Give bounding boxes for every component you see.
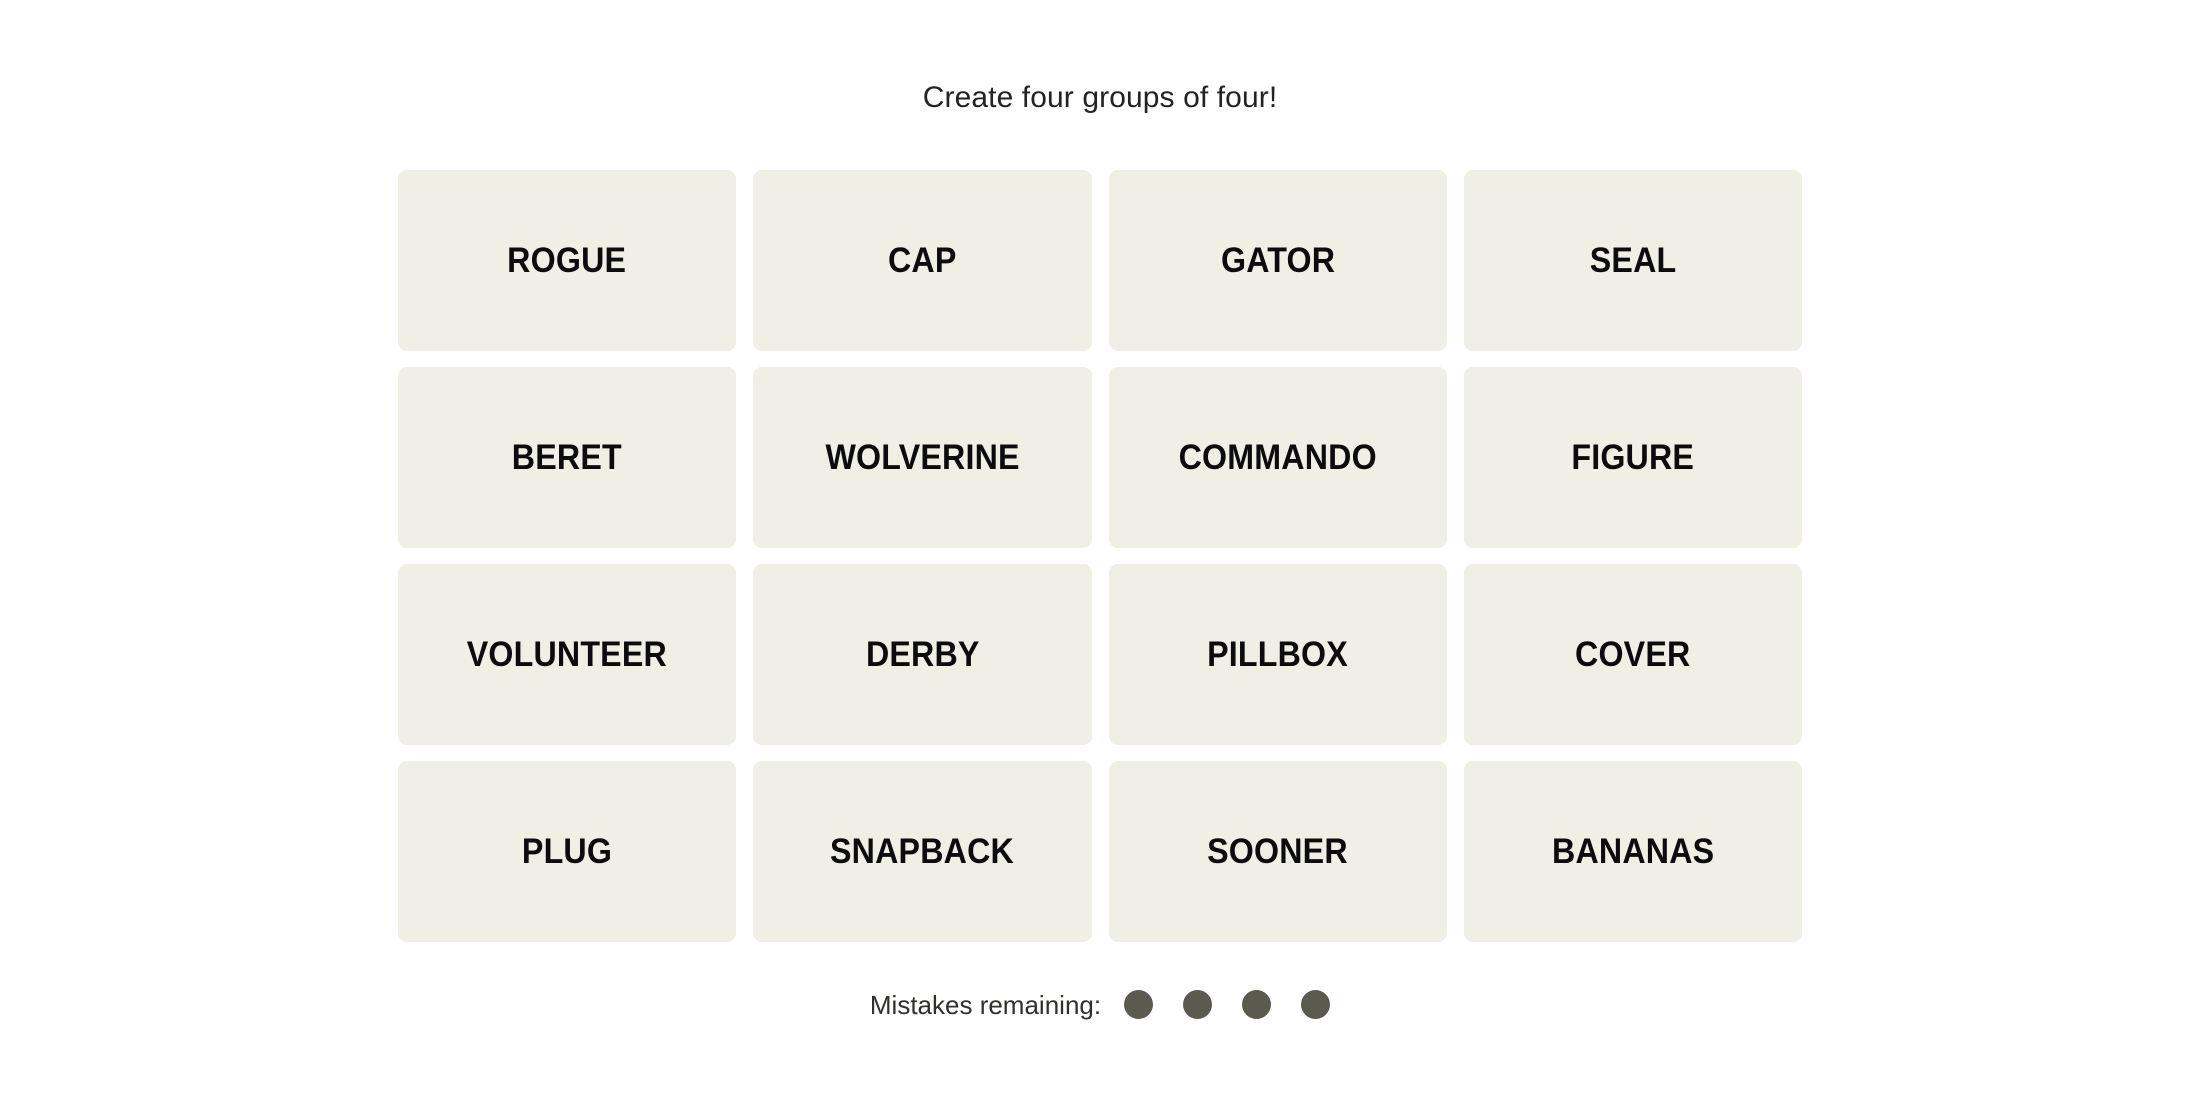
word-tile[interactable]: SNAPBACK bbox=[753, 761, 1092, 942]
word-tile-label: BERET bbox=[512, 438, 623, 477]
word-tile[interactable]: FIGURE bbox=[1463, 367, 1802, 548]
mistake-dot-4 bbox=[1301, 990, 1331, 1019]
word-tile-label: SNAPBACK bbox=[830, 832, 1015, 871]
word-tile[interactable]: SOONER bbox=[1108, 761, 1447, 942]
mistakes-remaining-row: Mistakes remaining: bbox=[869, 989, 1331, 1020]
word-tile-label: FIGURE bbox=[1571, 438, 1695, 477]
word-tile[interactable]: ROGUE bbox=[398, 170, 737, 351]
word-tile[interactable]: COMMANDO bbox=[1108, 367, 1447, 548]
word-tile-label: ROGUE bbox=[507, 241, 627, 280]
word-tile[interactable]: DERBY bbox=[753, 564, 1092, 745]
word-tile-label: PILLBOX bbox=[1207, 635, 1349, 674]
word-tile-label: PLUG bbox=[522, 832, 613, 871]
word-tile[interactable]: COVER bbox=[1463, 564, 1802, 745]
word-tile-label: SOONER bbox=[1207, 832, 1348, 871]
mistakes-remaining-label: Mistakes remaining: bbox=[869, 989, 1102, 1020]
mistake-dot-1 bbox=[1124, 990, 1154, 1019]
word-tile-label: CAP bbox=[888, 241, 957, 280]
word-tile-label: WOLVERINE bbox=[825, 438, 1020, 477]
word-tile-label: BANANAS bbox=[1551, 832, 1715, 871]
word-tile-label: SEAL bbox=[1589, 241, 1677, 280]
word-tile[interactable]: VOLUNTEER bbox=[398, 564, 737, 745]
mistake-dot-3 bbox=[1242, 990, 1272, 1019]
word-tile[interactable]: BERET bbox=[398, 367, 737, 548]
word-tile[interactable]: WOLVERINE bbox=[753, 367, 1092, 548]
word-tile-label: COVER bbox=[1575, 635, 1691, 674]
word-tile-label: DERBY bbox=[865, 635, 980, 674]
word-tile[interactable]: SEAL bbox=[1463, 170, 1802, 351]
word-tile[interactable]: GATOR bbox=[1108, 170, 1447, 351]
word-tile-label: COMMANDO bbox=[1178, 438, 1377, 477]
word-grid: ROGUE CAP GATOR SEAL BERET WOLVERINE COMMANDO F… bbox=[398, 170, 1802, 942]
mistake-dot-2 bbox=[1183, 990, 1213, 1019]
word-tile-label: VOLUNTEER bbox=[467, 635, 668, 674]
connections-game-screen: Create four groups of four! ROGUE CAP GATO… bbox=[0, 0, 2200, 1100]
mistakes-dot-group bbox=[1124, 990, 1331, 1019]
game-instruction-title: Create four groups of four! bbox=[922, 81, 1278, 114]
word-tile[interactable]: PLUG bbox=[398, 761, 737, 942]
word-tile-label: GATOR bbox=[1220, 241, 1335, 280]
word-tile[interactable]: BANANAS bbox=[1463, 761, 1802, 942]
word-tile[interactable]: CAP bbox=[753, 170, 1092, 351]
word-tile[interactable]: PILLBOX bbox=[1108, 564, 1447, 745]
